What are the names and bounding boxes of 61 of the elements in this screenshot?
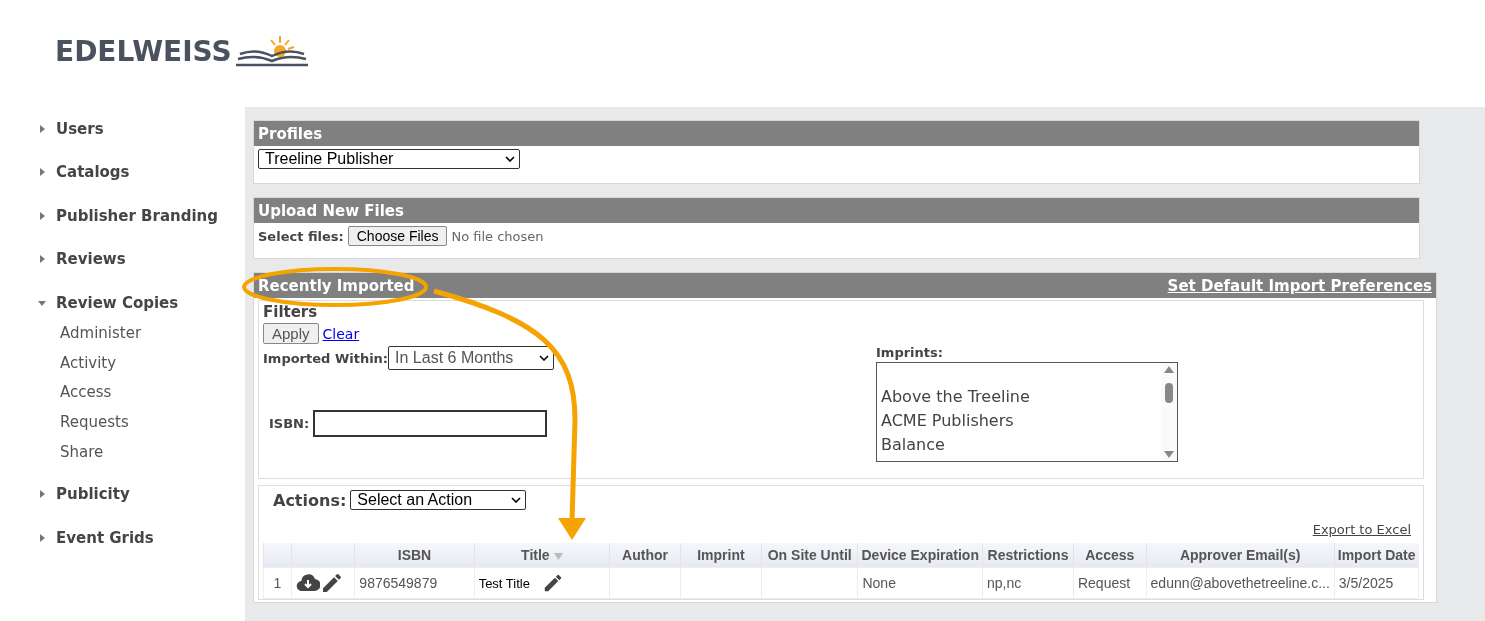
table-cell: Test Title: [478, 575, 530, 591]
table-cell: None: [857, 567, 983, 599]
imprint-option[interactable]: Balance: [877, 433, 1161, 457]
chevron-icon: [511, 497, 522, 503]
scroll-up-icon[interactable]: [1164, 366, 1174, 373]
export-link[interactable]: Export to Excel: [1312, 522, 1411, 537]
sidebar-item[interactable]: Reviews: [56, 237, 126, 281]
sidebar-item[interactable]: Event Grids: [56, 515, 154, 560]
panel-header: Profiles: [254, 121, 1419, 146]
imported-within-select[interactable]: In Last 6 Months: [388, 346, 555, 370]
action-select[interactable]: Select an Action: [350, 490, 527, 510]
sidebar-item[interactable]: Users: [56, 107, 104, 151]
sidebar-subitem[interactable]: Requests: [38, 407, 245, 437]
sort-arrow-icon: [553, 553, 563, 560]
column-header: Imprint: [680, 543, 762, 568]
column-header[interactable]: Title: [474, 543, 610, 568]
column-header: Restrictions: [982, 543, 1074, 568]
field-label: Imported Within:: [263, 350, 389, 366]
profile-select[interactable]: Treeline Publisher: [258, 149, 520, 169]
book-sun-icon: [235, 34, 308, 68]
sidebar-item[interactable]: Catalogs: [56, 150, 130, 194]
imprint-option[interactable]: ACME Publishers: [877, 409, 1161, 433]
chevron-icon: [505, 156, 515, 162]
table-cell: Request: [1073, 567, 1147, 599]
isbn-field[interactable]: [313, 410, 548, 437]
column-header: Import Date: [1334, 543, 1419, 568]
preferences-link[interactable]: Set Default Import Preferences: [1167, 276, 1432, 295]
imprints-listbox[interactable]: Above the Treeline ACME Publishers Balance: [876, 362, 1178, 462]
sidebar-item[interactable]: Publisher Branding: [56, 194, 219, 238]
filters-title: Filters: [263, 303, 319, 321]
table-cell: edunn@abovethetreeline.c...: [1146, 567, 1335, 599]
chevron-icon: [539, 355, 550, 361]
sidebar-subitem[interactable]: Share: [38, 436, 245, 467]
column-header: Access: [1073, 543, 1147, 568]
cloud-download-icon[interactable]: [295, 573, 320, 593]
panel-title: Recently Imported: [258, 276, 415, 295]
imprint-option[interactable]: Above the Treeline: [877, 385, 1161, 409]
table-cell: np,nc: [982, 567, 1074, 599]
column-header: On Site Until: [761, 543, 858, 568]
table-cell: 9876549879: [354, 567, 475, 599]
sidebar-subitem[interactable]: Access: [38, 377, 245, 408]
apply-button[interactable]: Apply: [263, 323, 319, 344]
field-label: Imprints:: [876, 345, 944, 360]
column-header: ISBN: [354, 543, 475, 568]
sidebar-subitem[interactable]: Activity: [38, 348, 245, 378]
sidebar-item[interactable]: Publicity: [56, 472, 130, 516]
row-number: 1: [263, 567, 292, 599]
file-status: No file chosen: [451, 228, 544, 244]
column-header: Approver Email(s): [1146, 543, 1335, 568]
field-label: Actions:: [273, 490, 347, 510]
panel-header: Upload New Files: [254, 198, 1419, 223]
clear-link[interactable]: Clear: [322, 325, 360, 342]
scrollbar-thumb[interactable]: [1165, 383, 1173, 403]
scroll-down-icon[interactable]: [1164, 451, 1174, 458]
column-header: Device Expiration: [857, 543, 983, 568]
table-cell: 3/5/2025: [1334, 567, 1419, 599]
column-header: Author: [609, 543, 681, 568]
logo-text: EDELWEISS: [55, 34, 232, 68]
choose-files-button[interactable]: Choose Files: [347, 226, 448, 246]
field-label: ISBN:: [269, 416, 310, 431]
field-label: Select files:: [258, 228, 344, 244]
